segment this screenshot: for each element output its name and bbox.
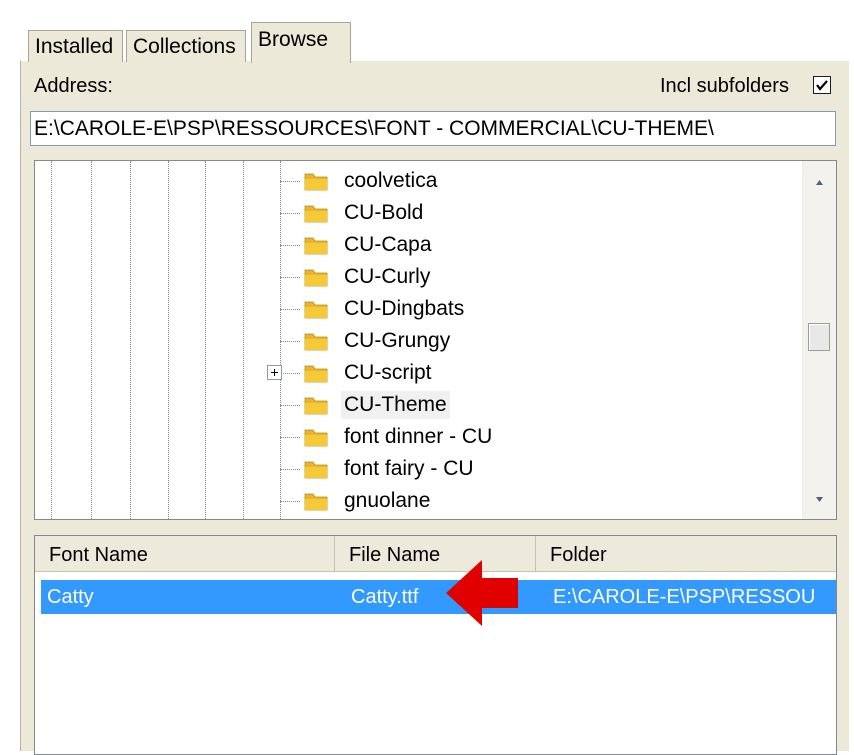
folder-icon (304, 397, 328, 415)
tree-item-label: CU-script (344, 361, 432, 384)
folder-icon (304, 493, 328, 511)
font-list[interactable]: Font Name File Name Folder Catty Catty.t… (34, 535, 837, 755)
tree-item[interactable]: CU-Bold (35, 197, 795, 229)
tree-item-label: font dinner - CU (344, 425, 493, 448)
folder-icon (304, 333, 328, 351)
tab-installed[interactable]: Installed (28, 30, 123, 62)
table-row[interactable]: Catty Catty.ttf E:\CAROLE-E\PSP\RESSOU (41, 580, 836, 614)
list-header: Font Name File Name Folder (35, 536, 836, 572)
folder-icon (304, 461, 328, 479)
tree-item[interactable]: CU-Grungy (35, 325, 795, 357)
tree-item-label: CU-Theme (341, 391, 450, 419)
folder-icon (304, 237, 328, 255)
scroll-up-icon[interactable] (803, 169, 836, 197)
tree-scrollbar[interactable] (802, 161, 836, 519)
incl-subfolders-label: Incl subfolders (660, 75, 789, 97)
cell-file-name: Catty.ttf (351, 586, 419, 608)
tree-connector (280, 341, 300, 342)
tree-item-label: font fairy - CU (344, 457, 474, 480)
cell-folder: E:\CAROLE-E\PSP\RESSOU (553, 586, 816, 608)
tree-item-label: CU-Capa (344, 233, 432, 256)
scroll-down-icon[interactable] (803, 485, 836, 513)
tree-connector (280, 405, 300, 406)
tab-collections[interactable]: Collections (126, 30, 246, 62)
folder-icon (304, 301, 328, 319)
tab-browse[interactable]: Browse (251, 22, 351, 63)
cell-font-name: Catty (47, 586, 94, 608)
tree-connector (280, 501, 300, 502)
tree-item[interactable]: font fairy - CU (35, 453, 795, 485)
tree-item[interactable]: CU-script (35, 357, 795, 389)
tree-item-label: CU-Curly (344, 265, 431, 288)
red-arrow-icon (446, 560, 518, 626)
column-header-folder[interactable]: Folder (536, 536, 836, 572)
tree-item[interactable]: CU-Dingbats (35, 293, 795, 325)
tree-connector (280, 213, 300, 214)
address-field[interactable]: E:\CAROLE-E\PSP\RESSOURCES\FONT - COMMER… (30, 111, 836, 146)
tree-item-label: coolvetica (344, 169, 438, 192)
incl-subfolders-checkbox[interactable] (813, 76, 831, 94)
tree-item-label: CU-Bold (344, 201, 424, 224)
tree-connector (280, 469, 300, 470)
tree-item-label: gnuolane (344, 489, 431, 512)
checkmark-icon (816, 80, 828, 91)
tree-connector (280, 437, 300, 438)
tree-connector (280, 181, 300, 182)
tree-item[interactable]: gnuolane (35, 485, 795, 517)
tree-item-label: CU-Dingbats (344, 297, 465, 320)
tree-connector (280, 245, 300, 246)
column-header-font-name[interactable]: Font Name (35, 536, 335, 572)
tree-connector (280, 309, 300, 310)
tree-item[interactable]: font dinner - CU (35, 421, 795, 453)
folder-tree[interactable]: coolvetica CU-Bold CU-Capa CU-Curly CU-Dingb… (34, 160, 837, 520)
tree-item[interactable]: CU-Curly (35, 261, 795, 293)
tree-item[interactable]: CU-Theme (35, 389, 795, 421)
folder-icon (304, 173, 328, 191)
tree-item[interactable]: coolvetica (35, 165, 795, 197)
address-label: Address: (34, 75, 113, 97)
folder-icon (304, 205, 328, 223)
folder-icon (304, 429, 328, 447)
folder-icon (304, 365, 328, 383)
scroll-thumb[interactable] (808, 323, 830, 351)
folder-icon (304, 269, 328, 287)
tree-item[interactable]: CU-Capa (35, 229, 795, 261)
tree-connector (280, 373, 300, 374)
tree-item-label: CU-Grungy (344, 329, 451, 352)
expand-plus-icon[interactable] (267, 365, 282, 380)
tree-connector (280, 277, 300, 278)
